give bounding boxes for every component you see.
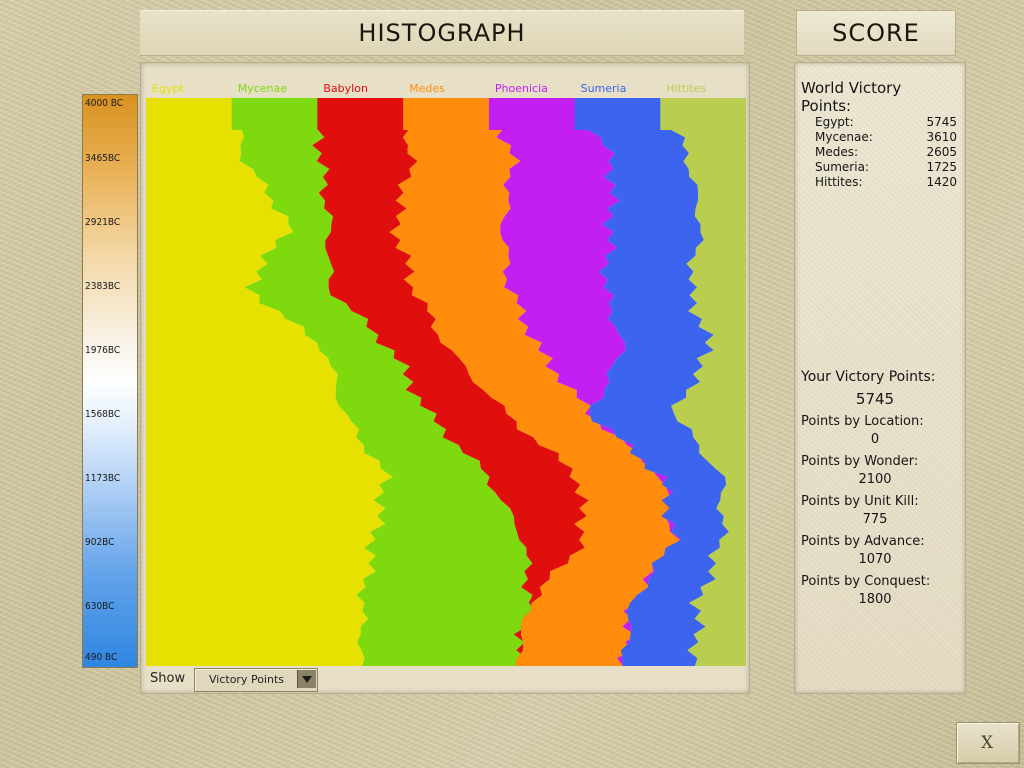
legend-band-hittites — [660, 98, 746, 130]
world-victory-points: 5745 — [926, 115, 957, 129]
world-victory-civ: Hittites: — [815, 175, 863, 189]
world-victory-civ: Mycenae: — [815, 130, 873, 144]
world-victory-row: Sumeria: 1725 — [815, 160, 957, 175]
score-title: SCORE — [796, 10, 956, 56]
points-unit-kill-value: 775 — [862, 512, 888, 527]
timeline-tick: 1173BC — [85, 473, 121, 484]
show-label: Show — [150, 671, 186, 686]
close-button[interactable]: X — [956, 722, 1020, 764]
world-victory-civ: Medes: — [815, 145, 859, 159]
points-conquest-value: 1800 — [858, 592, 892, 607]
timeline-tick: 902BC — [85, 537, 115, 548]
world-victory-row: Egypt: 5745 — [815, 115, 957, 130]
timeline-tick: 490 BC — [85, 652, 118, 663]
histograph-chart: Egypt Mycenae Babylon Medes Phoenicia Sumeria… — [146, 80, 746, 666]
timeline-tick: 1976BC — [85, 345, 121, 356]
legend-label-sumeria: Sumeria — [581, 82, 627, 95]
legend-label-egypt: Egypt — [152, 82, 184, 95]
world-victory-title: World Victory Points: — [801, 79, 902, 115]
legend-band-phoenicia — [488, 98, 576, 130]
legend-label-medes: Medes — [409, 82, 445, 95]
timeline-scale: 4000 BC 3465BC 2921BC 2383BC 1976BC 1568… — [82, 94, 138, 668]
world-victory-points: 2605 — [926, 145, 957, 159]
timeline-tick: 630BC — [85, 601, 115, 612]
world-victory-row: Mycenae: 3610 — [815, 130, 957, 145]
score-panel: World Victory Points: Egypt: 5745 Mycenae… — [794, 62, 966, 694]
legend-label-babylon: Babylon — [323, 82, 368, 95]
points-conquest-label: Points by Conquest: — [801, 574, 931, 589]
points-advance-label: Points by Advance: — [801, 534, 925, 549]
world-victory-points: 1725 — [926, 160, 957, 174]
timeline-tick: 2383BC — [85, 281, 121, 292]
show-dropdown[interactable]: Victory Points — [194, 668, 318, 692]
dropdown-arrow-icon[interactable] — [297, 670, 316, 688]
legend-band-babylon — [317, 98, 404, 130]
timeline-tick: 2921BC — [85, 217, 121, 228]
points-advance-value: 1070 — [858, 552, 892, 567]
points-location-value: 0 — [870, 432, 880, 447]
world-victory-civ: Egypt: — [815, 115, 854, 129]
world-victory-civ: Sumeria: — [815, 160, 869, 174]
world-victory-list: Egypt: 5745 Mycenae: 3610 Medes: 2605 Sumer… — [815, 115, 957, 190]
timeline-tick: 3465BC — [85, 153, 121, 164]
world-victory-points: 1420 — [926, 175, 957, 189]
legend-band-medes — [403, 98, 490, 130]
your-victory-title: Your Victory Points: — [801, 369, 936, 385]
histograph-title: HISTOGRAPH — [140, 10, 744, 56]
show-dropdown-value: Victory Points — [209, 673, 285, 686]
timeline-tick: 1568BC — [85, 409, 121, 420]
timeline-tick: 4000 BC — [85, 98, 124, 109]
legend-label-mycenae: Mycenae — [238, 82, 288, 95]
close-icon: X — [981, 733, 994, 753]
legend-band-sumeria — [574, 98, 661, 130]
legend-band-mycenae — [231, 98, 318, 130]
legend-label-hittites: Hittites — [666, 82, 706, 95]
your-victory-total: 5745 — [855, 390, 895, 408]
points-wonder-value: 2100 — [858, 472, 892, 487]
legend-band-egypt — [146, 98, 233, 130]
points-unit-kill-label: Points by Unit Kill: — [801, 494, 919, 509]
points-wonder-label: Points by Wonder: — [801, 454, 919, 469]
legend-label-phoenicia: Phoenicia — [495, 82, 548, 95]
world-victory-row: Hittites: 1420 — [815, 175, 957, 190]
world-victory-row: Medes: 2605 — [815, 145, 957, 160]
points-location-label: Points by Location: — [801, 414, 924, 429]
world-victory-points: 3610 — [926, 130, 957, 144]
